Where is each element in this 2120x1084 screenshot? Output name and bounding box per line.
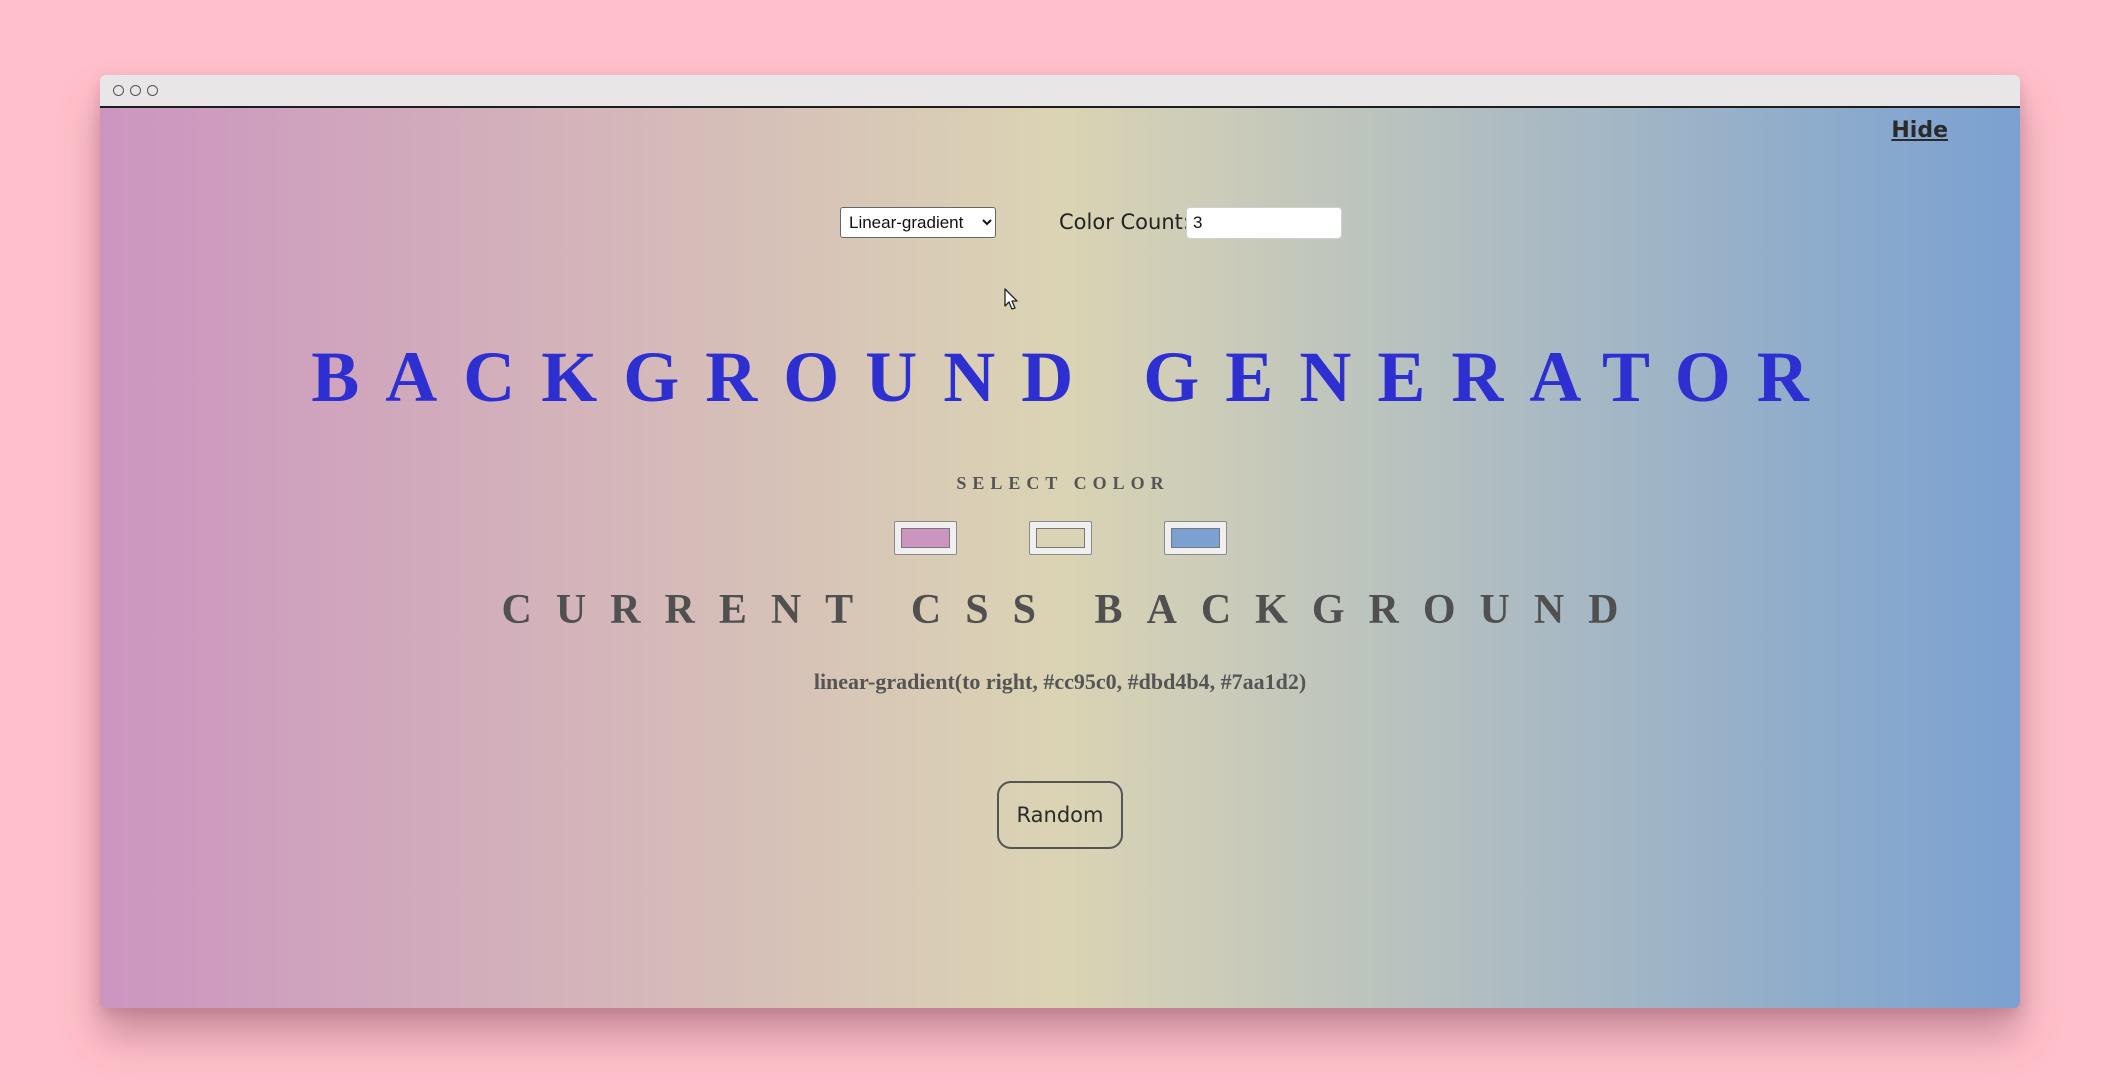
color-picker-2[interactable] <box>1028 521 1092 555</box>
color-picker-1[interactable] <box>893 521 957 555</box>
window-maximize-button[interactable] <box>147 85 158 96</box>
css-output-text: linear-gradient(to right, #cc95c0, #dbd4… <box>813 669 1307 694</box>
color-swatch-1 <box>900 528 950 548</box>
controls-row: Linear-gradient Color Count: <box>100 207 2020 239</box>
browser-window: Hide Linear-gradient Color Count: BACKGR… <box>100 75 2020 1008</box>
color-swatch-3 <box>1170 528 1220 548</box>
color-count-input[interactable] <box>1186 207 1342 239</box>
random-button[interactable]: Random <box>997 781 1123 849</box>
window-minimize-button[interactable] <box>130 85 141 96</box>
page-title: BACKGROUND GENERATOR <box>311 337 1835 417</box>
color-count-label: Color Count: <box>1059 210 1190 234</box>
window-titlebar <box>100 75 2020 108</box>
color-swatch-2 <box>1035 528 1085 548</box>
hide-link[interactable]: Hide <box>1891 118 1948 143</box>
mouse-pointer-icon <box>1004 288 1018 310</box>
select-color-label: SELECT COLOR <box>956 473 1170 493</box>
gradient-background: Hide Linear-gradient Color Count: BACKGR… <box>100 108 2020 1008</box>
color-picker-3[interactable] <box>1163 521 1227 555</box>
current-css-heading: CURRENT CSS BACKGROUND <box>501 587 1643 633</box>
window-close-button[interactable] <box>113 85 124 96</box>
gradient-type-select[interactable]: Linear-gradient <box>840 207 996 238</box>
color-pickers <box>100 521 2020 555</box>
